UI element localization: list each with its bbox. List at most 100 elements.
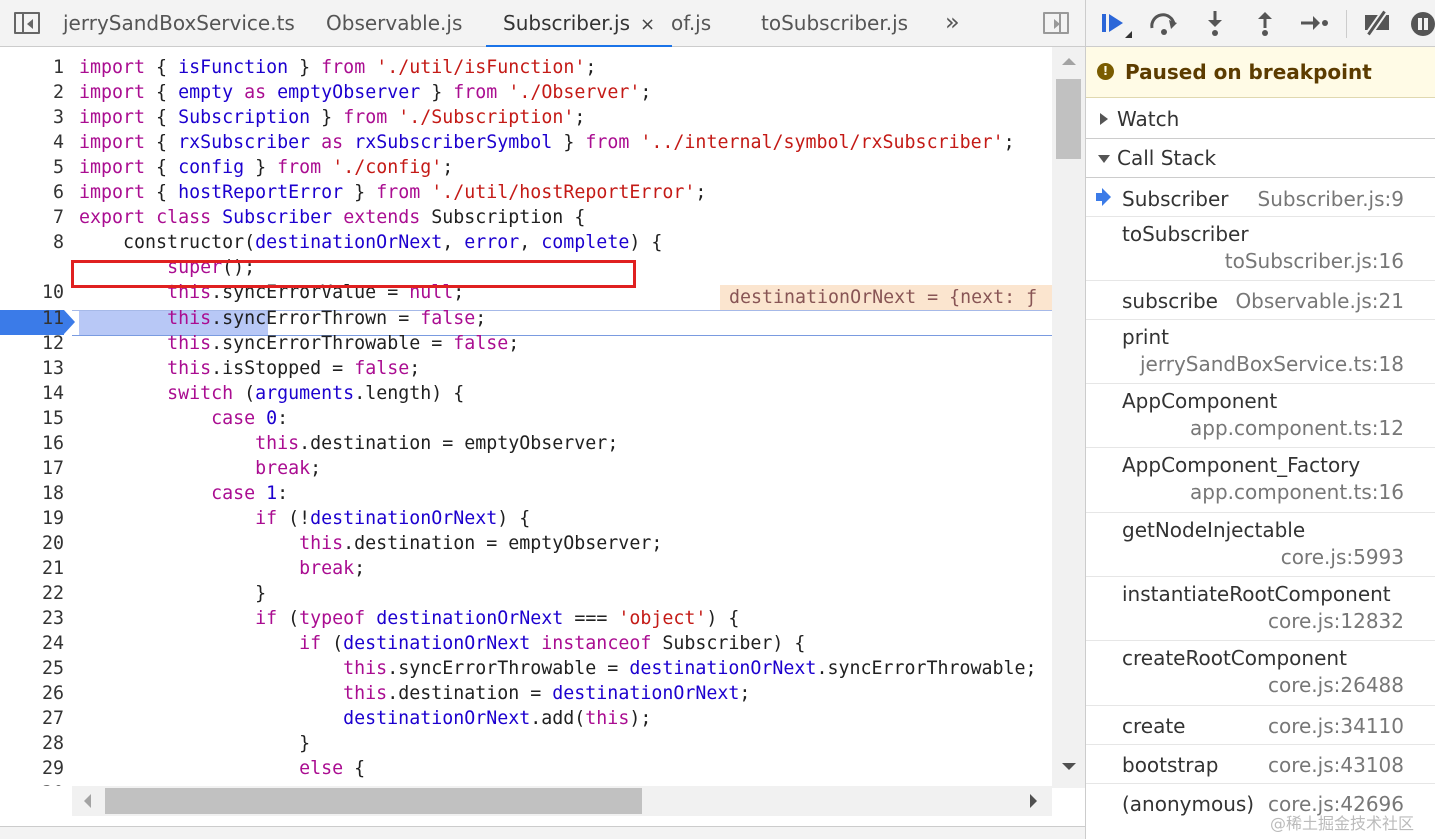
call-frame[interactable]: toSubscriber toSubscriber.js:16 <box>1086 217 1435 281</box>
tab-of[interactable]: of.js <box>671 0 711 47</box>
code-line[interactable]: 13 this.isStopped = false; <box>0 356 1052 381</box>
step-icon[interactable] <box>1296 8 1332 38</box>
frame-location[interactable]: core.js:34110 <box>1268 714 1404 738</box>
code-line[interactable]: 20 this.destination = emptyObserver; <box>0 531 1052 556</box>
call-frame[interactable]: AppComponent_Factory app.component.ts:16 <box>1086 448 1435 513</box>
line-number[interactable]: 27 <box>0 706 64 731</box>
code-line[interactable]: 14 switch (arguments.length) { <box>0 381 1052 406</box>
code-line[interactable]: 6 import { hostReportError } from './util… <box>0 180 1052 205</box>
code-line[interactable]: 19 if (!destinationOrNext) { <box>0 506 1052 531</box>
line-number[interactable]: 28 <box>0 731 64 756</box>
toggle-navigator-icon[interactable] <box>14 12 40 34</box>
frame-location[interactable]: core.js:5993 <box>1281 545 1404 569</box>
scroll-up-icon[interactable] <box>1062 58 1076 65</box>
call-frame[interactable]: createRootComponent core.js:26488 <box>1086 641 1435 706</box>
line-number[interactable]: 1 <box>0 55 64 80</box>
toggle-debugger-icon[interactable] <box>1043 12 1069 34</box>
line-number[interactable]: 6 <box>0 180 64 205</box>
line-number[interactable]: 14 <box>0 381 64 406</box>
frame-location[interactable]: app.component.ts:12 <box>1190 416 1404 440</box>
frame-location[interactable]: app.component.ts:16 <box>1190 480 1404 504</box>
line-number[interactable]: 11 <box>0 306 64 331</box>
code-editor[interactable]: 1 import { isFunction } from './util/isFu… <box>0 55 1052 786</box>
line-number[interactable]: 10 <box>0 280 64 305</box>
code-line[interactable]: 24 if (destinationOrNext instanceof Subs… <box>0 631 1052 656</box>
frame-location[interactable]: core.js:12832 <box>1268 609 1404 633</box>
frame-location[interactable]: core.js:43108 <box>1268 753 1404 777</box>
vertical-scrollbar[interactable] <box>1052 47 1085 788</box>
pause-on-exceptions-icon[interactable] <box>1408 8 1435 38</box>
call-frame[interactable]: Subscriber Subscriber.js:9 <box>1086 179 1435 217</box>
line-number[interactable]: 18 <box>0 481 64 506</box>
line-number[interactable]: 30 <box>0 781 64 786</box>
line-number[interactable]: 21 <box>0 556 64 581</box>
horizontal-scrollbar[interactable] <box>72 786 1052 816</box>
frame-location[interactable]: Subscriber.js:9 <box>1258 187 1404 211</box>
frame-location[interactable]: jerrySandBoxService.ts:18 <box>1140 352 1404 376</box>
code-line[interactable]: 26 this.destination = destinationOrNext; <box>0 681 1052 706</box>
code-line[interactable]: 8 constructor(destinationOrNext, error, … <box>0 230 1052 255</box>
line-number[interactable]: 29 <box>0 756 64 781</box>
call-frame[interactable]: subscribe Observable.js:21 <box>1086 281 1435 320</box>
line-number[interactable]: 23 <box>0 606 64 631</box>
line-number[interactable]: 17 <box>0 456 64 481</box>
code-line[interactable]: 7 export class Subscriber extends Subscri… <box>0 205 1052 230</box>
frame-location[interactable]: toSubscriber.js:16 <box>1225 249 1404 273</box>
line-number[interactable]: 7 <box>0 205 64 230</box>
step-into-icon[interactable] <box>1197 8 1233 38</box>
code-line[interactable]: 3 import { Subscription } from './Subscri… <box>0 105 1052 130</box>
frame-location[interactable]: Observable.js:21 <box>1235 289 1404 313</box>
line-number[interactable]: 15 <box>0 406 64 431</box>
line-number[interactable]: 25 <box>0 656 64 681</box>
code-line[interactable]: 5 import { config } from './config'; <box>0 155 1052 180</box>
horizontal-scroll-thumb[interactable] <box>105 788 642 814</box>
watch-section-header[interactable]: Watch <box>1086 100 1435 139</box>
line-number[interactable]: 9 <box>0 255 64 280</box>
scroll-left-icon[interactable] <box>84 794 91 808</box>
step-out-icon[interactable] <box>1247 8 1283 38</box>
step-over-icon[interactable] <box>1146 8 1182 38</box>
line-number[interactable]: 3 <box>0 105 64 130</box>
resume-icon[interactable] <box>1096 8 1132 38</box>
code-line[interactable]: 16 this.destination = emptyObserver; <box>0 431 1052 456</box>
line-number[interactable]: 16 <box>0 431 64 456</box>
code-line[interactable]: 12 this.syncErrorThrowable = false; <box>0 331 1052 356</box>
code-line[interactable]: 21 break; <box>0 556 1052 581</box>
line-number[interactable]: 24 <box>0 631 64 656</box>
frame-location[interactable]: core.js:26488 <box>1268 673 1404 697</box>
tab-jerry-sandbox-service[interactable]: jerrySandBoxService.ts <box>63 0 295 47</box>
tab-observable[interactable]: Observable.js <box>326 0 462 47</box>
deactivate-breakpoints-icon[interactable] <box>1359 8 1395 38</box>
call-frame[interactable]: instantiateRootComponent core.js:12832 <box>1086 577 1435 641</box>
scroll-down-icon[interactable] <box>1062 763 1076 770</box>
line-number[interactable]: 26 <box>0 681 64 706</box>
line-number[interactable]: 20 <box>0 531 64 556</box>
call-frame[interactable]: create core.js:34110 <box>1086 706 1435 745</box>
code-line[interactable]: 15 case 0: <box>0 406 1052 431</box>
tab-to-subscriber[interactable]: toSubscriber.js <box>761 0 908 47</box>
code-line[interactable]: 28 } <box>0 731 1052 756</box>
scroll-right-icon[interactable] <box>1030 794 1037 808</box>
call-frame[interactable]: bootstrap core.js:43108 <box>1086 745 1435 784</box>
code-line[interactable]: 2 import { empty as emptyObserver } from … <box>0 80 1052 105</box>
code-line[interactable]: 18 case 1: <box>0 481 1052 506</box>
line-number[interactable]: 19 <box>0 506 64 531</box>
call-frame[interactable]: AppComponent app.component.ts:12 <box>1086 384 1435 448</box>
call-stack-section-header[interactable]: Call Stack <box>1086 139 1435 178</box>
tab-subscriber[interactable]: Subscriber.js × <box>486 0 673 47</box>
code-line[interactable]: 25 this.syncErrorThrowable = destination… <box>0 656 1052 681</box>
line-number[interactable]: 5 <box>0 155 64 180</box>
vertical-scroll-thumb[interactable] <box>1056 79 1081 159</box>
call-frame[interactable]: print jerrySandBoxService.ts:18 <box>1086 320 1435 384</box>
call-frame[interactable]: getNodeInjectable core.js:5993 <box>1086 513 1435 577</box>
line-number[interactable]: 12 <box>0 331 64 356</box>
line-number[interactable]: 4 <box>0 130 64 155</box>
code-line[interactable]: 22 } <box>0 581 1052 606</box>
line-number[interactable]: 2 <box>0 80 64 105</box>
code-line[interactable]: 1 import { isFunction } from './util/isFu… <box>0 55 1052 80</box>
line-number[interactable]: 8 <box>0 230 64 255</box>
code-line[interactable]: 23 if (typeof destinationOrNext === 'obj… <box>0 606 1052 631</box>
code-line[interactable]: 4 import { rxSubscriber as rxSubscriberSy… <box>0 130 1052 155</box>
more-tabs-icon[interactable]: » <box>945 0 960 47</box>
code-line[interactable]: 27 destinationOrNext.add(this); <box>0 706 1052 731</box>
